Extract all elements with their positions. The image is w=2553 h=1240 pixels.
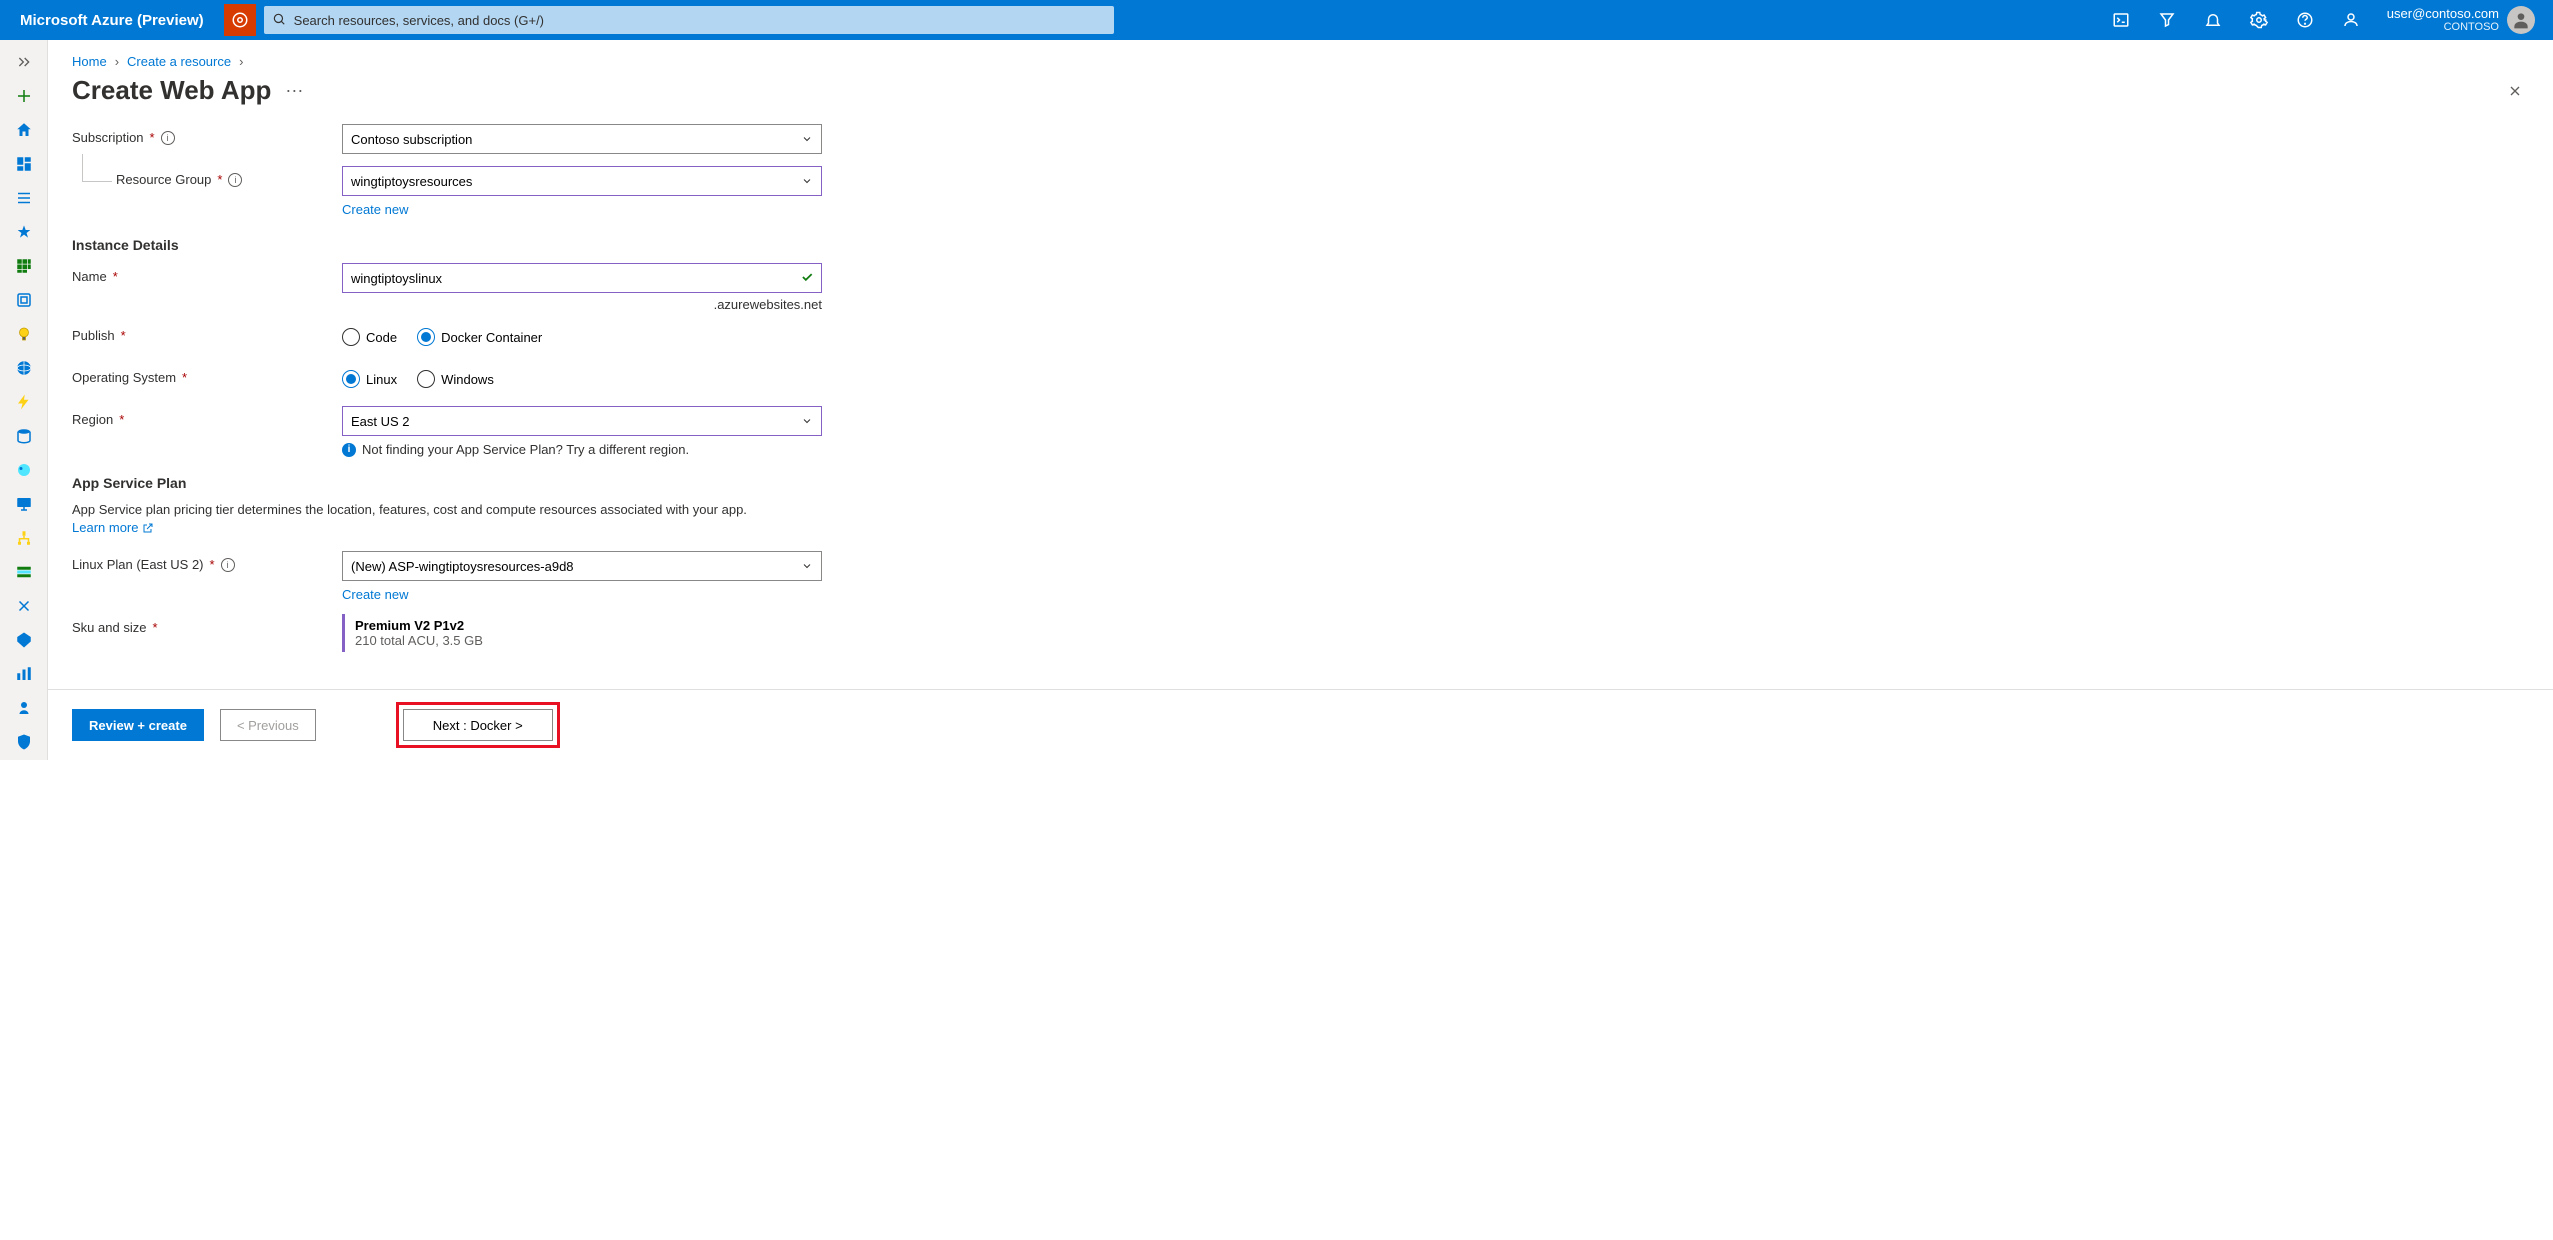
chevron-down-icon — [801, 415, 813, 427]
help-icon[interactable] — [2285, 0, 2325, 40]
home-icon[interactable] — [2, 114, 46, 146]
close-blade-button[interactable] — [2501, 77, 2529, 105]
title-row: Create Web App ··· — [48, 75, 2553, 124]
sql-databases-icon[interactable] — [2, 420, 46, 452]
tree-connector-icon — [82, 154, 112, 182]
resource-groups-icon[interactable] — [2, 284, 46, 316]
breadcrumb-home[interactable]: Home — [72, 54, 107, 69]
left-nav-rail — [0, 40, 48, 760]
sku-label: Sku and size * — [72, 614, 342, 635]
linux-plan-select[interactable]: (New) ASP-wingtiptoysresources-a9d8 — [342, 551, 822, 581]
storage-accounts-icon[interactable] — [2, 556, 46, 588]
highlighted-next-step: Next : Docker > — [396, 702, 560, 748]
main-content: Home › Create a resource › Create Web Ap… — [48, 40, 2553, 760]
learn-more-link[interactable]: Learn more — [72, 519, 154, 537]
info-solid-icon: i — [342, 443, 356, 457]
os-label: Operating System * — [72, 364, 342, 385]
directory-filter-icon[interactable] — [2147, 0, 2187, 40]
cosmos-db-icon[interactable] — [2, 454, 46, 486]
virtual-machines-icon[interactable] — [2, 488, 46, 520]
search-icon — [272, 12, 286, 26]
region-hint: i Not finding your App Service Plan? Try… — [342, 442, 822, 457]
account-email: user@contoso.com — [2387, 6, 2499, 22]
cloud-shell-icon[interactable] — [2101, 0, 2141, 40]
chevron-right-icon: › — [115, 54, 119, 69]
app-service-plan-heading: App Service Plan — [72, 475, 2529, 491]
radio-on-icon — [342, 370, 360, 388]
os-windows-radio[interactable]: Windows — [417, 370, 494, 388]
search-input[interactable] — [264, 6, 1114, 34]
topbar-actions: user@contoso.com CONTOSO — [2101, 0, 2545, 40]
breadcrumb-create-resource[interactable]: Create a resource — [127, 54, 231, 69]
expand-menu-icon[interactable] — [2, 46, 46, 78]
previous-button: < Previous — [220, 709, 316, 741]
app-services-icon[interactable] — [2, 352, 46, 384]
linux-plan-label: Linux Plan (East US 2) * i — [72, 551, 342, 572]
region-label: Region * — [72, 406, 342, 427]
wizard-footer: Review + create < Previous Next : Docker… — [48, 689, 2553, 760]
publish-docker-radio[interactable]: Docker Container — [417, 328, 542, 346]
favorites-icon[interactable] — [2, 216, 46, 248]
brand-label: Microsoft Azure (Preview) — [8, 12, 216, 29]
dashboard-icon[interactable] — [2, 148, 46, 180]
top-bar: Microsoft Azure (Preview) user@contoso.c… — [0, 0, 2553, 40]
avatar-icon — [2507, 6, 2535, 34]
external-link-icon — [142, 522, 154, 534]
virtual-networks-icon[interactable] — [2, 590, 46, 622]
all-resources-icon[interactable] — [2, 250, 46, 282]
chevron-down-icon — [801, 175, 813, 187]
subscription-label: Subscription * i — [72, 124, 342, 145]
chevron-down-icon — [801, 133, 813, 145]
all-services-icon[interactable] — [2, 182, 46, 214]
chevron-down-icon — [801, 560, 813, 572]
notifications-icon[interactable] — [2193, 0, 2233, 40]
os-linux-radio[interactable]: Linux — [342, 370, 397, 388]
create-new-plan-link[interactable]: Create new — [342, 587, 408, 602]
sku-display: Premium V2 P1v2 210 total ACU, 3.5 GB — [342, 614, 822, 652]
create-resource-icon[interactable] — [2, 80, 46, 112]
more-actions-icon[interactable]: ··· — [285, 80, 303, 101]
radio-off-icon — [342, 328, 360, 346]
form-body: Subscription * i Contoso subscription Re… — [48, 124, 2553, 689]
radio-off-icon — [417, 370, 435, 388]
account-tenant: CONTOSO — [2387, 21, 2499, 34]
security-center-icon[interactable] — [2, 726, 46, 758]
subscription-select[interactable]: Contoso subscription — [342, 124, 822, 154]
create-new-rg-link[interactable]: Create new — [342, 202, 408, 217]
monitor-icon[interactable] — [2, 658, 46, 690]
radio-on-icon — [417, 328, 435, 346]
info-icon[interactable]: i — [221, 558, 235, 572]
account-menu[interactable]: user@contoso.com CONTOSO — [2377, 6, 2545, 35]
info-icon[interactable]: i — [161, 131, 175, 145]
breadcrumb: Home › Create a resource › — [48, 40, 2553, 75]
settings-icon[interactable] — [2239, 0, 2279, 40]
search-wrap — [264, 6, 1114, 34]
load-balancers-icon[interactable] — [2, 522, 46, 554]
resource-group-label: Resource Group * i — [116, 166, 342, 187]
next-docker-button[interactable]: Next : Docker > — [403, 709, 553, 741]
advisor-icon[interactable] — [2, 692, 46, 724]
name-label: Name * — [72, 263, 342, 284]
sku-spec: 210 total ACU, 3.5 GB — [355, 633, 812, 648]
feedback-icon[interactable] — [2331, 0, 2371, 40]
plan-description: App Service plan pricing tier determines… — [72, 501, 832, 537]
instance-details-heading: Instance Details — [72, 237, 2529, 253]
name-input[interactable] — [342, 263, 822, 293]
review-create-button[interactable]: Review + create — [72, 709, 204, 741]
quickstart-icon[interactable] — [2, 318, 46, 350]
preview-badge-icon[interactable] — [224, 4, 256, 36]
azure-ad-icon[interactable] — [2, 624, 46, 656]
domain-suffix: .azurewebsites.net — [342, 297, 822, 312]
resource-group-select[interactable]: wingtiptoysresources — [342, 166, 822, 196]
publish-code-radio[interactable]: Code — [342, 328, 397, 346]
page-title: Create Web App — [72, 75, 271, 106]
function-app-icon[interactable] — [2, 386, 46, 418]
checkmark-icon — [800, 270, 814, 284]
sku-tier: Premium V2 P1v2 — [355, 618, 812, 633]
info-icon[interactable]: i — [228, 173, 242, 187]
chevron-right-icon: › — [239, 54, 243, 69]
publish-label: Publish * — [72, 322, 342, 343]
region-select[interactable]: East US 2 — [342, 406, 822, 436]
